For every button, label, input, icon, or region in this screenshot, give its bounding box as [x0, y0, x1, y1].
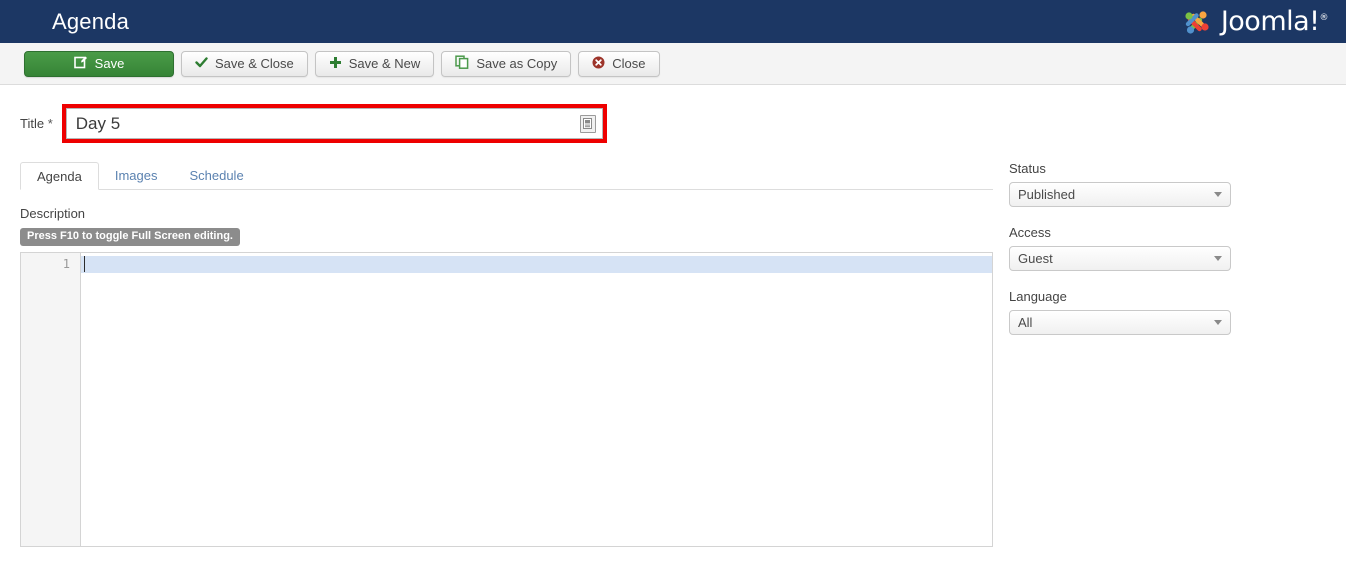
- save-and-new-label: Save & New: [348, 56, 421, 71]
- access-select[interactable]: Guest: [1009, 246, 1231, 271]
- tab-schedule-label: Schedule: [189, 168, 244, 183]
- content-area: Agenda Images Schedule Description Press…: [0, 161, 1346, 547]
- description-label: Description: [20, 206, 86, 221]
- page-title: Agenda: [52, 8, 130, 34]
- access-select-value: Guest: [1018, 251, 1053, 266]
- copy-icon: [455, 55, 469, 72]
- save-button[interactable]: Save: [24, 50, 174, 77]
- editor-gutter: 1: [21, 253, 81, 546]
- save-as-copy-button[interactable]: Save as Copy: [441, 50, 572, 77]
- tab-images[interactable]: Images: [99, 162, 174, 190]
- editor-line-number: 1: [62, 257, 70, 271]
- tab-bar: Agenda Images Schedule: [20, 161, 993, 190]
- page-header: Agenda Joomla!®: [0, 0, 1346, 43]
- chevron-down-icon: [1214, 192, 1222, 197]
- tab-agenda[interactable]: Agenda: [20, 162, 99, 190]
- save-and-new-button[interactable]: Save & New: [314, 50, 435, 77]
- title-field-highlight: [61, 104, 607, 143]
- joomla-brand: Joomla!®: [1180, 0, 1328, 43]
- tab-schedule[interactable]: Schedule: [173, 162, 259, 190]
- chevron-down-icon: [1214, 320, 1222, 325]
- save-and-close-button[interactable]: Save & Close: [181, 50, 308, 77]
- tab-images-label: Images: [114, 168, 158, 183]
- status-select-value: Published: [1018, 187, 1076, 202]
- save-as-copy-label: Save as Copy: [476, 56, 558, 71]
- main-column: Agenda Images Schedule Description Press…: [20, 161, 993, 547]
- joomla-wordmark: Joomla!®: [1220, 6, 1329, 37]
- close-button[interactable]: Close: [578, 50, 660, 77]
- language-select-value: All: [1018, 315, 1033, 330]
- title-input[interactable]: [66, 109, 602, 138]
- toolbar: Save Save & Close Save & New Save as Cop…: [0, 43, 1346, 85]
- close-circle-icon: [592, 56, 605, 72]
- editor-caret: [84, 256, 85, 272]
- check-icon: [195, 56, 208, 72]
- editor-active-line: [81, 256, 992, 273]
- status-field: Status Published: [1009, 161, 1231, 207]
- joomla-logo-icon: [1180, 5, 1214, 39]
- chevron-down-icon: [1214, 256, 1222, 261]
- close-button-label: Close: [612, 56, 646, 71]
- editor-code-area[interactable]: [81, 253, 992, 546]
- status-select[interactable]: Published: [1009, 182, 1231, 207]
- sidebar: Status Published Access Guest Language A…: [1009, 161, 1231, 353]
- access-field: Access Guest: [1009, 225, 1231, 271]
- tab-agenda-label: Agenda: [37, 169, 82, 184]
- title-label-text: Title: [20, 116, 45, 131]
- save-button-label: Save: [94, 56, 125, 71]
- language-select[interactable]: All: [1009, 310, 1231, 335]
- language-field: Language All: [1009, 289, 1231, 335]
- save-and-close-label: Save & Close: [215, 56, 294, 71]
- plus-icon: [329, 56, 342, 72]
- title-row: Title *: [0, 104, 1346, 143]
- access-label: Access: [1009, 225, 1051, 240]
- required-asterisk: *: [47, 116, 53, 131]
- description-code-editor[interactable]: 1: [20, 252, 993, 547]
- title-input-wrapper: [65, 108, 603, 139]
- edit-square-icon: [73, 55, 88, 72]
- title-field-label: Title *: [20, 116, 53, 131]
- form-autofill-icon[interactable]: [579, 114, 596, 133]
- language-label: Language: [1009, 289, 1067, 304]
- status-label: Status: [1009, 161, 1046, 176]
- fullscreen-hint-tooltip: Press F10 to toggle Full Screen editing.: [20, 228, 240, 246]
